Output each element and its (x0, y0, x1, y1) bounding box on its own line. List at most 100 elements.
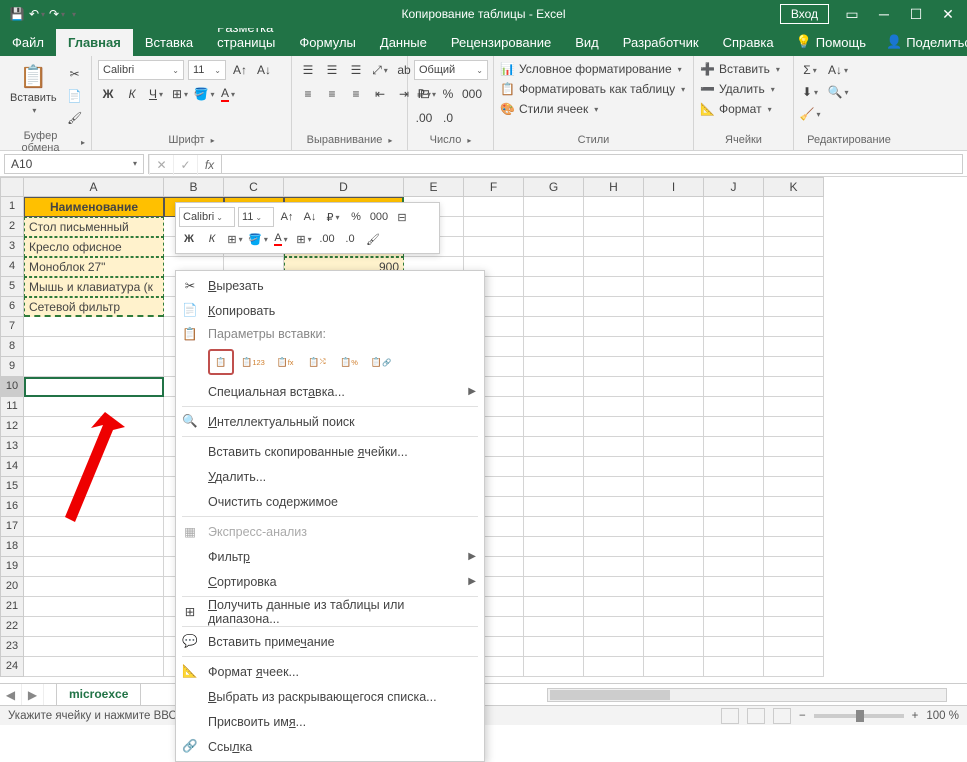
mini-currency-icon[interactable]: ₽▾ (323, 207, 343, 227)
tab-view[interactable]: Вид (563, 29, 611, 56)
zoom-slider[interactable] (814, 714, 904, 718)
row-3[interactable]: 3 (0, 237, 24, 257)
mini-decrease-decimal-icon[interactable]: .0 (340, 229, 360, 249)
page-layout-view-icon[interactable] (747, 708, 765, 724)
cell-A4[interactable]: Моноблок 27" (24, 257, 164, 277)
ctx-pick-dropdown[interactable]: Выбрать из раскрывающегося списка... (176, 684, 484, 709)
increase-font-icon[interactable]: A↑ (230, 60, 250, 80)
maximize-icon[interactable]: ☐ (907, 5, 925, 23)
row-5[interactable]: 5 (0, 277, 24, 297)
align-middle-icon[interactable]: ☰ (322, 60, 342, 80)
ctx-link[interactable]: 🔗Ссылка (176, 734, 484, 759)
horizontal-scrollbar[interactable] (547, 688, 947, 702)
row-15[interactable]: 15 (0, 477, 24, 497)
cell-A5[interactable]: Мышь и клавиатура (к (24, 277, 164, 297)
percent-icon[interactable]: % (438, 84, 458, 104)
qat-customize[interactable]: ▾ (72, 10, 76, 19)
sheet-nav-next[interactable]: ▶ (22, 684, 44, 706)
format-as-table-button[interactable]: 📋 Форматировать как таблицу▾ (500, 80, 685, 98)
mini-italic-button[interactable]: К (202, 229, 222, 249)
row-11[interactable]: 11 (0, 397, 24, 417)
row-1[interactable]: 1 (0, 197, 24, 217)
ctx-clear[interactable]: Очистить содержимое (176, 489, 484, 514)
fill-icon[interactable]: ⬇▾ (800, 82, 820, 102)
row-8[interactable]: 8 (0, 337, 24, 357)
conditional-formatting-button[interactable]: 📊 Условное форматирование▾ (500, 60, 682, 78)
cell-A3[interactable]: Кресло офисное (24, 237, 164, 257)
underline-button[interactable]: Ч▾ (146, 84, 166, 104)
fill-color-icon[interactable]: 🪣▾ (194, 84, 214, 104)
comma-icon[interactable]: 000 (462, 84, 482, 104)
row-2[interactable]: 2 (0, 217, 24, 237)
col-C[interactable]: C (224, 177, 284, 197)
row-6[interactable]: 6 (0, 297, 24, 317)
col-I[interactable]: I (644, 177, 704, 197)
row-13[interactable]: 13 (0, 437, 24, 457)
number-format[interactable]: Общий ⌄ (414, 60, 488, 80)
mini-decrease-font-icon[interactable]: A↓ (300, 207, 320, 227)
cancel-formula-icon[interactable]: ✕ (149, 155, 173, 175)
mini-font-color-icon[interactable]: A▾ (271, 229, 291, 249)
page-break-view-icon[interactable] (773, 708, 791, 724)
mini-comma-icon[interactable]: 000 (369, 207, 389, 227)
tab-help[interactable]: Справка (711, 29, 786, 56)
row-4[interactable]: 4 (0, 257, 24, 277)
enter-formula-icon[interactable]: ✓ (173, 155, 197, 175)
select-all-corner[interactable] (0, 177, 24, 197)
mini-fill-color-icon[interactable]: 🪣▾ (248, 229, 268, 249)
ctx-get-data[interactable]: ⊞Получить данные из таблицы или диапазон… (176, 599, 484, 624)
font-color-icon[interactable]: A▾ (218, 84, 238, 104)
mini-increase-decimal-icon[interactable]: .00 (317, 229, 337, 249)
sort-filter-icon[interactable]: A↓▾ (824, 60, 852, 80)
row-14[interactable]: 14 (0, 457, 24, 477)
ctx-insert-comment[interactable]: 💬Вставить примечание (176, 629, 484, 654)
mini-increase-font-icon[interactable]: A↑ (277, 207, 297, 227)
tab-developer[interactable]: Разработчик (611, 29, 711, 56)
clear-icon[interactable]: 🧹▾ (800, 104, 820, 124)
row-20[interactable]: 20 (0, 577, 24, 597)
row-10[interactable]: 10 (0, 377, 24, 397)
normal-view-icon[interactable] (721, 708, 739, 724)
row-23[interactable]: 23 (0, 637, 24, 657)
row-21[interactable]: 21 (0, 597, 24, 617)
ctx-copy[interactable]: 📄Копировать (176, 298, 484, 323)
paste-formulas-icon[interactable]: 📋fx (272, 349, 298, 375)
mini-format-painter2-icon[interactable]: 🖌 (363, 229, 383, 249)
col-J[interactable]: J (704, 177, 764, 197)
tab-insert[interactable]: Вставка (133, 29, 205, 56)
col-F[interactable]: F (464, 177, 524, 197)
ctx-delete[interactable]: Удалить... (176, 464, 484, 489)
zoom-level[interactable]: 100 % (926, 710, 959, 722)
mini-format-painter-icon[interactable]: ⊞▾ (294, 229, 314, 249)
decrease-font-icon[interactable]: A↓ (254, 60, 274, 80)
decrease-indent-icon[interactable]: ⇤ (370, 84, 390, 104)
col-G[interactable]: G (524, 177, 584, 197)
formula-input[interactable] (221, 154, 963, 174)
row-22[interactable]: 22 (0, 617, 24, 637)
col-D[interactable]: D (284, 177, 404, 197)
mini-font-name[interactable]: Calibri ⌄ (179, 207, 235, 227)
ctx-define-name[interactable]: Присвоить имя... (176, 709, 484, 734)
col-B[interactable]: B (164, 177, 224, 197)
align-left-icon[interactable]: ≡ (298, 84, 318, 104)
paste-values-icon[interactable]: 📋123 (240, 349, 266, 375)
mini-percent-icon[interactable]: % (346, 207, 366, 227)
row-12[interactable]: 12 (0, 417, 24, 437)
align-bottom-icon[interactable]: ☰ (346, 60, 366, 80)
col-A[interactable]: A (24, 177, 164, 197)
decrease-decimal-icon[interactable]: .0 (438, 108, 458, 128)
mini-border-icon[interactable]: ⊞▾ (225, 229, 245, 249)
zoom-out-icon[interactable]: − (799, 710, 806, 722)
format-cells-button[interactable]: 📐 Формат▾ (700, 100, 772, 118)
copy-icon[interactable]: 📄 (65, 86, 85, 106)
col-E[interactable]: E (404, 177, 464, 197)
tab-file[interactable]: Файл (0, 29, 56, 56)
ctx-paste-special[interactable]: Специальная вставка...▶ (176, 379, 484, 404)
ctx-cut[interactable]: ✂Вырезать (176, 273, 484, 298)
tell-me[interactable]: 💡 Помощь (786, 28, 876, 56)
row-7[interactable]: 7 (0, 317, 24, 337)
cell-styles-button[interactable]: 🎨 Стили ячеек▾ (500, 100, 598, 118)
share-button[interactable]: 👤 Поделиться (876, 28, 967, 56)
close-icon[interactable]: ✕ (939, 5, 957, 23)
row-18[interactable]: 18 (0, 537, 24, 557)
